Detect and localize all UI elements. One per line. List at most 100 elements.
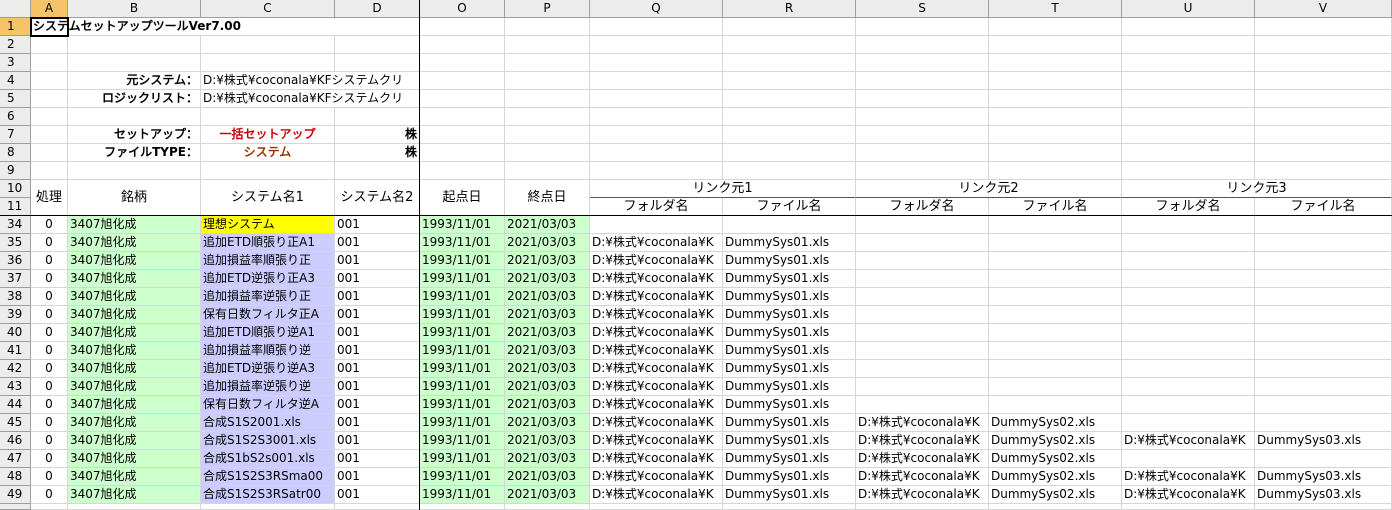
cell-system-name-2[interactable]: 001 (335, 252, 420, 270)
select-all-corner[interactable] (0, 0, 31, 18)
cell-folder-1[interactable]: D:¥株式¥coconala¥K (590, 432, 723, 450)
grid-cell[interactable] (420, 72, 505, 90)
cell-end-date[interactable]: 2021/03/03 (505, 270, 590, 288)
cell-system-name-1[interactable]: 保有日数フィルタ逆A (201, 396, 335, 414)
cell-end-date[interactable]: 2021/03/03 (505, 450, 590, 468)
header-start-date[interactable]: 起点日 (420, 180, 505, 216)
cell-ticker[interactable]: 3407旭化成 (68, 252, 201, 270)
cell-end-date[interactable]: 2021/03/03 (505, 468, 590, 486)
grid-cell[interactable] (1122, 90, 1255, 108)
cell-folder-1[interactable]: D:¥株式¥coconala¥K (590, 414, 723, 432)
grid-cell[interactable] (1255, 36, 1392, 54)
cell-ticker[interactable]: 3407旭化成 (68, 216, 201, 234)
cell-folder-3[interactable] (1122, 270, 1255, 288)
grid-cell[interactable] (31, 36, 68, 54)
cell-file-1[interactable]: DummySys01.xls (723, 450, 856, 468)
cell-folder-2[interactable] (856, 288, 989, 306)
cell-file-2[interactable] (989, 360, 1122, 378)
cell-folder-2[interactable] (856, 342, 989, 360)
grid-cell[interactable] (723, 162, 856, 180)
grid-cell[interactable] (1255, 54, 1392, 72)
header-folder-2[interactable]: フォルダ名 (856, 198, 989, 216)
grid-cell[interactable] (989, 36, 1122, 54)
cell-end-date[interactable]: 2021/03/03 (505, 360, 590, 378)
cell-system-name-1[interactable]: 合成S1S2S3RSatr00 (201, 486, 335, 504)
cell-file-1[interactable]: DummySys01.xls (723, 360, 856, 378)
cell-folder-3[interactable] (1122, 324, 1255, 342)
cell-folder-3[interactable] (1122, 360, 1255, 378)
cell-file-3[interactable]: DummySys03.xls (1255, 432, 1392, 450)
cell-file-1[interactable]: DummySys01.xls (723, 234, 856, 252)
logic-list-path[interactable]: D:¥株式¥coconala¥KFシステムクリ (201, 90, 420, 108)
cell-file-2[interactable] (989, 306, 1122, 324)
header-end-date[interactable]: 終点日 (505, 180, 590, 216)
grid-cell[interactable] (335, 108, 420, 126)
cell-system-name-2[interactable]: 001 (335, 288, 420, 306)
cell-process[interactable]: 0 (31, 486, 68, 504)
row-header-43[interactable]: 43 (0, 378, 31, 396)
row-header-44[interactable]: 44 (0, 396, 31, 414)
cell-process[interactable]: 0 (31, 414, 68, 432)
cell-file-1[interactable]: DummySys01.xls (723, 468, 856, 486)
grid-cell[interactable] (68, 162, 201, 180)
cell-file-2[interactable]: DummySys02.xls (989, 468, 1122, 486)
cell-system-name-1[interactable]: 合成S1S2001.xls (201, 414, 335, 432)
cell-file-2[interactable]: DummySys02.xls (989, 486, 1122, 504)
cell-system-name-2[interactable]: 001 (335, 486, 420, 504)
grid-cell[interactable] (856, 90, 989, 108)
cell-folder-2[interactable] (856, 324, 989, 342)
cell-file-2[interactable] (989, 396, 1122, 414)
cell-folder-2[interactable] (856, 252, 989, 270)
grid-cell[interactable] (31, 162, 68, 180)
row-header-10[interactable]: 10 (0, 180, 31, 198)
cell-folder-2[interactable]: D:¥株式¥coconala¥K (856, 414, 989, 432)
grid-cell[interactable] (723, 504, 856, 510)
cell-end-date[interactable]: 2021/03/03 (505, 288, 590, 306)
cell-file-1[interactable]: DummySys01.xls (723, 324, 856, 342)
row-header-39[interactable]: 39 (0, 306, 31, 324)
grid-cell[interactable] (723, 36, 856, 54)
cell-folder-1[interactable]: D:¥株式¥coconala¥K (590, 234, 723, 252)
cell-folder-1[interactable]: D:¥株式¥coconala¥K (590, 306, 723, 324)
cell-process[interactable]: 0 (31, 216, 68, 234)
cell-folder-2[interactable]: D:¥株式¥coconala¥K (856, 486, 989, 504)
cell-file-1[interactable]: DummySys01.xls (723, 270, 856, 288)
cell-folder-2[interactable]: D:¥株式¥coconala¥K (856, 468, 989, 486)
column-header-r[interactable]: R (723, 0, 856, 18)
cell-d8[interactable]: 株 (335, 144, 420, 162)
grid-cell[interactable] (505, 90, 590, 108)
row-header-7[interactable]: 7 (0, 126, 31, 144)
cell-start-date[interactable]: 1993/11/01 (420, 342, 505, 360)
grid-cell[interactable] (989, 126, 1122, 144)
cell-folder-1[interactable]: D:¥株式¥coconala¥K (590, 342, 723, 360)
cell-folder-2[interactable] (856, 234, 989, 252)
cell-ticker[interactable]: 3407旭化成 (68, 270, 201, 288)
cell-file-1[interactable] (723, 216, 856, 234)
cell-file-1[interactable]: DummySys01.xls (723, 396, 856, 414)
cell-end-date[interactable]: 2021/03/03 (505, 216, 590, 234)
cell-folder-3[interactable]: D:¥株式¥coconala¥K (1122, 468, 1255, 486)
row-header-45[interactable]: 45 (0, 414, 31, 432)
setup-mode-value[interactable]: 一括セットアップ (201, 126, 335, 144)
cell-process[interactable]: 0 (31, 288, 68, 306)
cell-folder-3[interactable] (1122, 396, 1255, 414)
cell-folder-3[interactable] (1122, 342, 1255, 360)
grid-cell[interactable] (856, 36, 989, 54)
cell-end-date[interactable]: 2021/03/03 (505, 486, 590, 504)
cell-start-date[interactable]: 1993/11/01 (420, 450, 505, 468)
cell-start-date[interactable]: 1993/11/01 (420, 468, 505, 486)
row-header-1[interactable]: 1 (0, 18, 31, 36)
cell-folder-3[interactable]: D:¥株式¥coconala¥K (1122, 432, 1255, 450)
grid-cell[interactable] (505, 504, 590, 510)
source-system-path[interactable]: D:¥株式¥coconala¥KFシステムクリ (201, 72, 420, 90)
cell-system-name-2[interactable]: 001 (335, 342, 420, 360)
grid-cell[interactable] (420, 18, 505, 36)
row-header-3[interactable]: 3 (0, 54, 31, 72)
cell-process[interactable]: 0 (31, 378, 68, 396)
cell-ticker[interactable]: 3407旭化成 (68, 432, 201, 450)
cell-file-3[interactable] (1255, 378, 1392, 396)
grid-cell[interactable] (505, 162, 590, 180)
grid-cell[interactable] (590, 126, 723, 144)
grid-cell[interactable] (31, 144, 68, 162)
grid-cell[interactable] (505, 54, 590, 72)
